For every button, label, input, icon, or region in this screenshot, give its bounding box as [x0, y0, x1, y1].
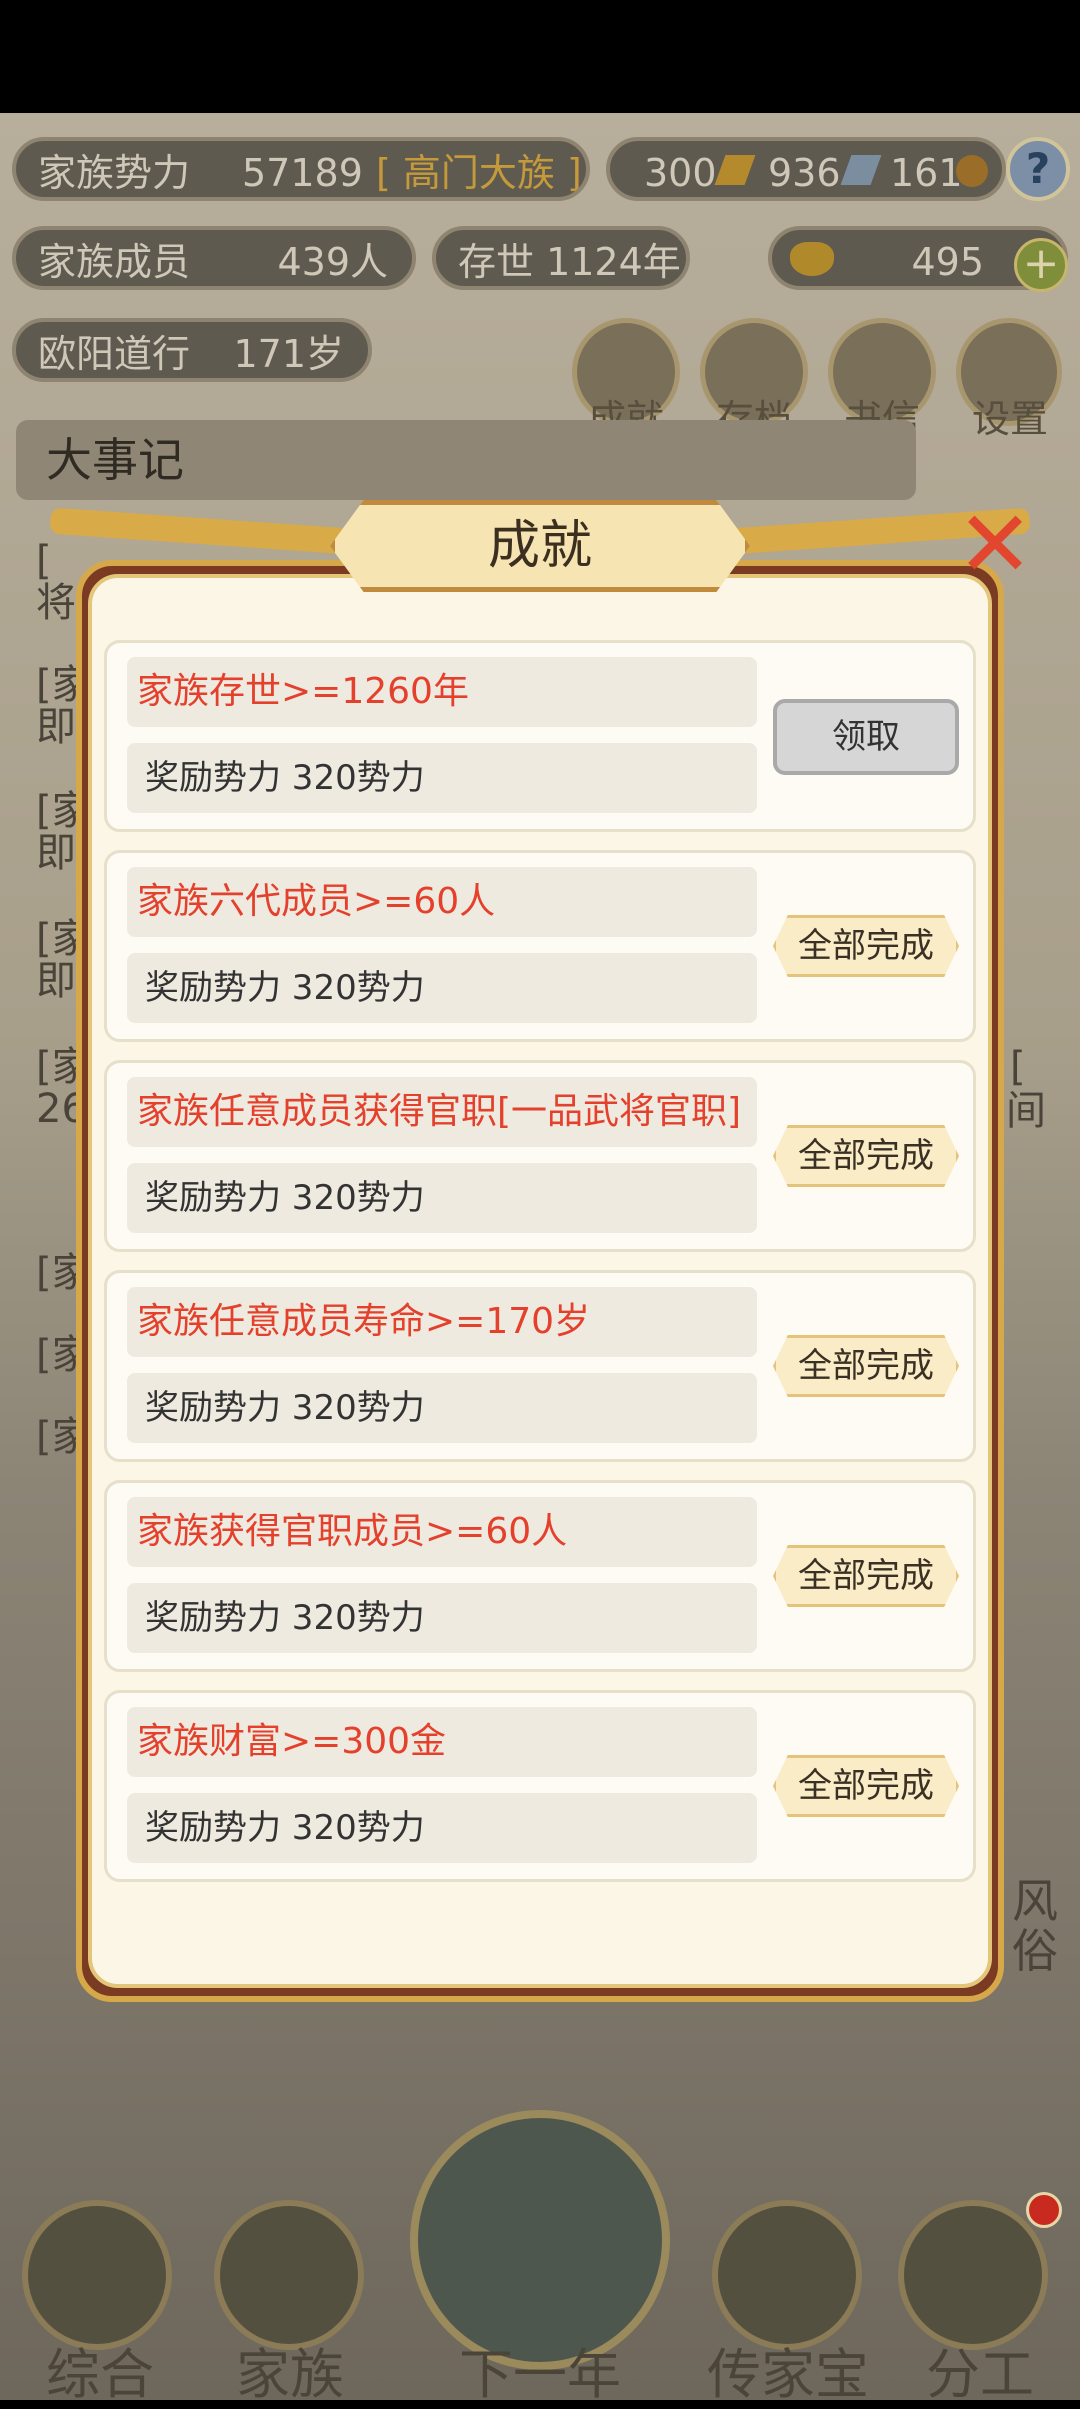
- achievement-card: 家族存世>=1260年 奖励势力 320势力 领取: [104, 640, 976, 832]
- leader-pill: 欧阳道行 171岁: [12, 318, 372, 382]
- achievement-card: 家族获得官职成员>=60人 奖励势力 320势力 全部完成: [104, 1480, 976, 1672]
- all-complete-badge: 全部完成: [773, 915, 959, 977]
- help-icon[interactable]: ?: [1006, 137, 1070, 201]
- log-fragment-right: 间: [1006, 1088, 1046, 1134]
- achievement-reward: 奖励势力 320势力: [127, 1793, 757, 1863]
- settings-label: 设置: [971, 397, 1048, 441]
- dialog-title: 成就: [487, 516, 592, 576]
- family-power-label: 家族势力: [38, 151, 191, 195]
- log-fragment: 即: [36, 830, 76, 876]
- close-icon[interactable]: ✕: [950, 499, 1040, 591]
- log-fragment: 将: [36, 580, 76, 626]
- existence-pill: 存世 1124年: [432, 226, 690, 290]
- achievement-title: 家族任意成员获得官职[一品武将官职]: [127, 1077, 757, 1147]
- coin-icon: [956, 155, 988, 187]
- achievement-title: 家族获得官职成员>=60人: [127, 1497, 757, 1567]
- status-bar: [0, 0, 1080, 113]
- nav-heirloom-label: 传家宝: [707, 2343, 869, 2406]
- nav-family-icon[interactable]: [214, 2200, 364, 2350]
- nav-general-icon[interactable]: [22, 2200, 172, 2350]
- gold-bar-icon: [714, 155, 756, 185]
- nav-heirloom-icon[interactable]: [712, 2200, 862, 2350]
- nav-family-label: 家族: [236, 2343, 344, 2406]
- achievement-reward: 奖励势力 320势力: [127, 1583, 757, 1653]
- existence-value: 存世 1124年: [458, 240, 681, 284]
- family-rank: [ 高门大族 ]: [376, 151, 582, 195]
- silver-bar-count: 936: [768, 151, 841, 195]
- log-fragment: 即: [36, 704, 76, 750]
- nav-general-label: 综合: [46, 2343, 154, 2406]
- claim-button[interactable]: 领取: [773, 699, 959, 775]
- family-power-pill: 家族势力 57189 [ 高门大族 ]: [12, 137, 590, 201]
- leader-name: 欧阳道行: [38, 332, 191, 376]
- log-fragment-right: [: [1010, 1044, 1026, 1090]
- achievement-card: 家族任意成员寿命>=170岁 奖励势力 320势力 全部完成: [104, 1270, 976, 1462]
- leader-age: 171岁: [233, 332, 344, 376]
- achievement-reward: 奖励势力 320势力: [127, 1373, 757, 1443]
- achievement-title: 家族六代成员>=60人: [127, 867, 757, 937]
- achievement-reward: 奖励势力 320势力: [127, 1163, 757, 1233]
- all-complete-badge: 全部完成: [773, 1125, 959, 1187]
- gold-bar-count: 300: [644, 151, 717, 195]
- side-label: 俗: [1012, 1924, 1058, 1978]
- family-power-value: 57189: [242, 151, 363, 195]
- next-year-label: 下一年: [459, 2343, 621, 2406]
- side-label: 风: [1012, 1874, 1058, 1928]
- notification-dot: [1026, 2192, 1062, 2228]
- add-ingot-icon[interactable]: +: [1014, 238, 1068, 292]
- achievement-card: 家族六代成员>=60人 奖励势力 320势力 全部完成: [104, 850, 976, 1042]
- members-label: 家族成员: [38, 240, 191, 284]
- nav-division-label: 分工: [926, 2343, 1034, 2406]
- achievement-title: 家族财富>=300金: [127, 1707, 757, 1777]
- achievement-card: 家族财富>=300金 奖励势力 320势力 全部完成: [104, 1690, 976, 1882]
- ingot-count: 495: [911, 240, 984, 284]
- all-complete-badge: 全部完成: [773, 1545, 959, 1607]
- members-pill: 家族成员 439人: [12, 226, 416, 290]
- achievement-reward: 奖励势力 320势力: [127, 953, 757, 1023]
- coin-count: 161: [890, 151, 963, 195]
- silver-bar-icon: [840, 155, 882, 185]
- all-complete-badge: 全部完成: [773, 1755, 959, 1817]
- achievement-reward: 奖励势力 320势力: [127, 743, 757, 813]
- nav-division-icon[interactable]: [898, 2200, 1048, 2350]
- ingot-icon: [790, 242, 834, 276]
- currency-pill: 300 936 161: [606, 137, 1006, 201]
- log-fragment: 即: [36, 958, 76, 1004]
- events-title: 大事记: [16, 420, 916, 500]
- all-complete-badge: 全部完成: [773, 1335, 959, 1397]
- log-fragment: [: [36, 538, 52, 584]
- achievement-card: 家族任意成员获得官职[一品武将官职] 奖励势力 320势力 全部完成: [104, 1060, 976, 1252]
- members-value: 439人: [277, 240, 388, 284]
- achievement-title: 家族任意成员寿命>=170岁: [127, 1287, 757, 1357]
- achievement-title: 家族存世>=1260年: [127, 657, 757, 727]
